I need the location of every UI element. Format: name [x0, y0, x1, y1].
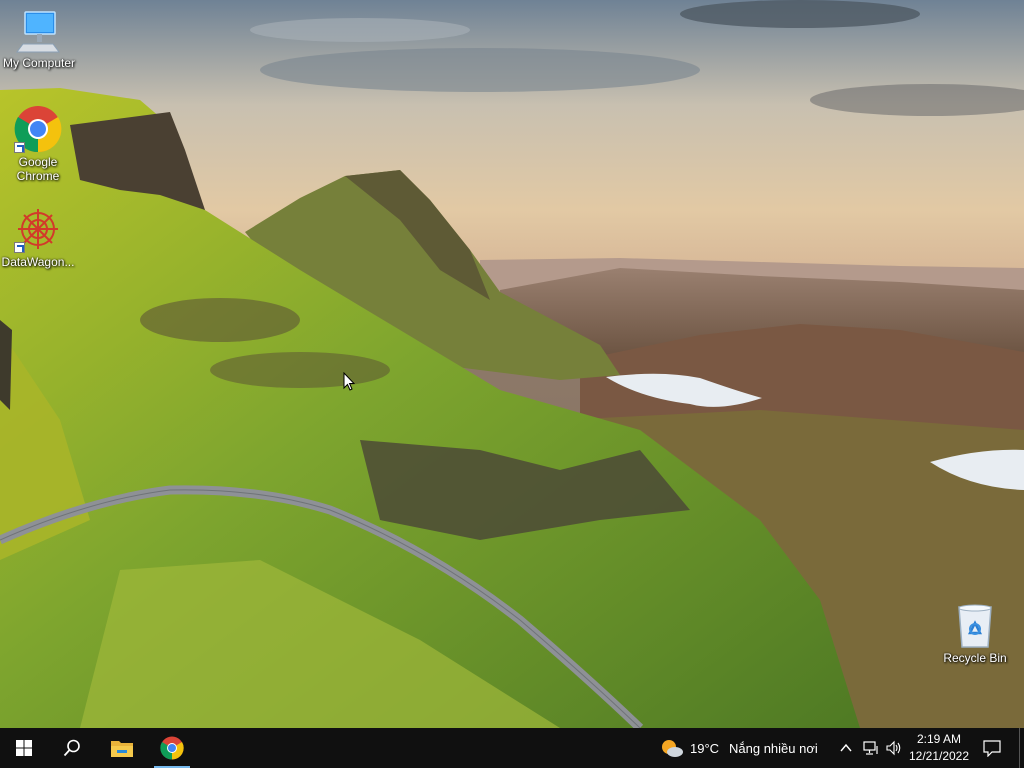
desktop-icon-label: DataWagon...	[1, 255, 75, 269]
chrome-icon	[14, 105, 62, 153]
shortcut-arrow-icon	[14, 242, 25, 253]
desktop-icon-label: Recycle Bin	[943, 651, 1007, 665]
clock-date[interactable]: 12/21/2022	[908, 749, 970, 763]
clock-time[interactable]: 2:19 AM	[910, 732, 968, 746]
computer-monitor-icon	[15, 10, 63, 54]
weather-temperature[interactable]: 19°C	[690, 741, 719, 756]
weather-description[interactable]: Nắng nhiều nơi	[729, 741, 818, 756]
volume-icon[interactable]	[886, 740, 902, 756]
network-icon[interactable]	[863, 740, 879, 756]
chrome-icon	[160, 736, 184, 760]
start-button[interactable]	[0, 728, 48, 768]
desktop[interactable]: My Computer Google Chrome DataWagon... R…	[0, 0, 1024, 728]
mouse-cursor-icon	[343, 372, 355, 391]
desktop-icon-label: My Computer	[2, 56, 76, 70]
desktop-icon-label: Google Chrome	[16, 155, 60, 183]
desktop-icon-datawagon[interactable]: DataWagon...	[0, 205, 76, 269]
weather-sunny-cloud-icon[interactable]	[660, 738, 684, 758]
file-explorer-icon	[111, 741, 133, 757]
wallpaper-landscape	[0, 0, 1024, 728]
chevron-up-icon[interactable]	[838, 740, 854, 756]
datawagon-app-icon	[14, 205, 62, 253]
search-button[interactable]	[48, 728, 96, 768]
file-explorer-taskbar-button[interactable]	[98, 728, 146, 768]
chrome-taskbar-button[interactable]	[148, 728, 196, 768]
shortcut-arrow-icon	[14, 142, 25, 153]
search-icon	[63, 739, 80, 757]
taskbar: 19°C Nắng nhiều nơi 2:19 AM 12/21/2022	[0, 728, 1024, 768]
desktop-icon-google-chrome[interactable]: Google Chrome	[0, 105, 76, 183]
recycle-bin-icon	[951, 603, 999, 649]
desktop-icon-my-computer[interactable]: My Computer	[1, 10, 77, 70]
show-desktop-button[interactable]	[1019, 728, 1024, 768]
desktop-icon-recycle-bin[interactable]: Recycle Bin	[937, 603, 1013, 665]
notification-icon[interactable]	[983, 739, 1001, 757]
windows-start-icon	[16, 740, 32, 756]
